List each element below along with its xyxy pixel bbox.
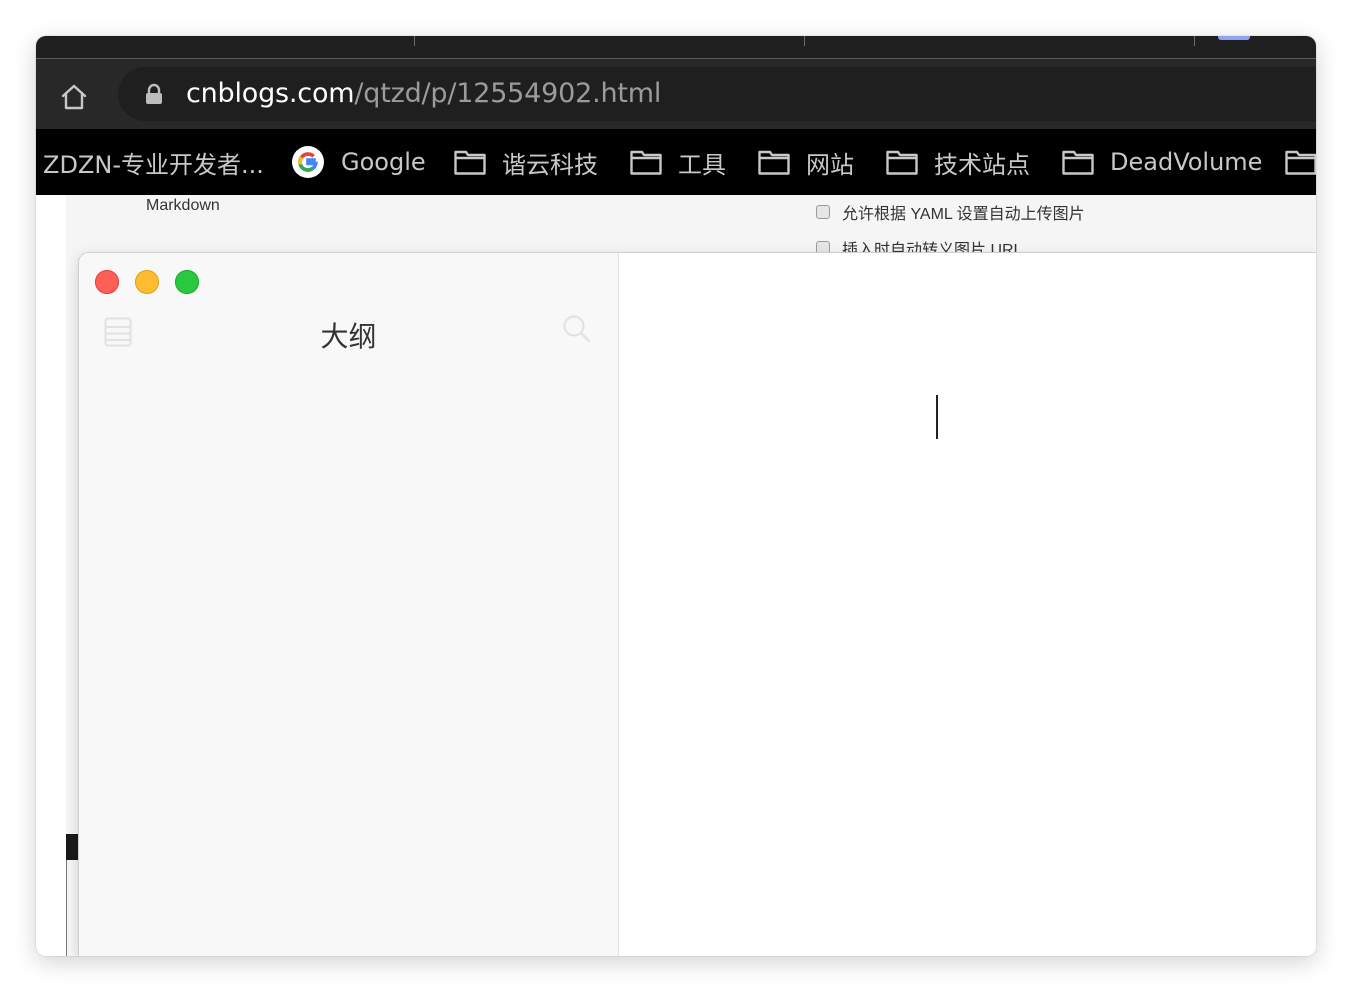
- zoom-button[interactable]: [175, 270, 199, 294]
- address-bar[interactable]: cnblogs.com/qtzd/p/12554902.html: [118, 67, 1316, 121]
- folder-icon: [1062, 150, 1094, 175]
- bookmark-label: 工具: [678, 150, 726, 179]
- bookmark-folder-tech-sites[interactable]: 技术站点: [886, 129, 1030, 195]
- bookmark-folder-deadvolume[interactable]: DeadVolume: [1062, 129, 1262, 195]
- bookmark-zdzn[interactable]: ZDZN-专业开发者...: [43, 129, 264, 195]
- background-border-line: [66, 860, 67, 956]
- browser-toolbar: cnblogs.com/qtzd/p/12554902.html: [36, 59, 1316, 129]
- bookmark-label: DeadVolume: [1110, 148, 1263, 176]
- address-url[interactable]: cnblogs.com/qtzd/p/12554902.html: [186, 77, 661, 111]
- editor-area[interactable]: [619, 253, 1316, 956]
- outline-sidebar: 大纲: [79, 253, 619, 956]
- bookmark-folder-tools[interactable]: 工具: [630, 129, 726, 195]
- outline-title: 大纲: [320, 320, 377, 353]
- bookmark-label: 网站: [806, 150, 854, 179]
- folder-icon: [1285, 150, 1316, 175]
- tab-separator: [1194, 36, 1195, 46]
- bookmark-folder-sites[interactable]: 网站: [758, 129, 854, 195]
- text-caret: [936, 395, 938, 439]
- markdown-label: Markdown: [146, 197, 220, 214]
- option-label: 允许根据 YAML 设置自动上传图片: [842, 206, 1085, 223]
- browser-tab-strip[interactable]: [36, 36, 1316, 59]
- bookmark-label: 谐云科技: [502, 150, 598, 179]
- tab-separator: [804, 36, 805, 46]
- folder-icon: [758, 150, 790, 175]
- bookmark-folder-xieyun[interactable]: 谐云科技: [454, 129, 598, 195]
- url-path: /qtzd/p/12554902.html: [354, 78, 662, 109]
- background-dark-element: [66, 834, 80, 860]
- screenshot-frame: cnblogs.com/qtzd/p/12554902.html ZDZN-专业…: [36, 36, 1316, 956]
- folder-icon: [886, 150, 918, 175]
- google-icon: [292, 146, 324, 178]
- home-icon: [61, 84, 87, 110]
- bookmark-label: Google: [341, 148, 426, 176]
- folder-icon: [630, 150, 662, 175]
- close-button[interactable]: [95, 270, 119, 294]
- option-yaml-upload[interactable]: 允许根据 YAML 设置自动上传图片: [816, 200, 1085, 224]
- bookmark-folder-overflow[interactable]: [1285, 129, 1316, 195]
- bookmark-label: ZDZN-专业开发者...: [43, 150, 264, 179]
- tab-favicon: [1218, 36, 1250, 40]
- search-icon[interactable]: [562, 314, 592, 344]
- tab-separator: [414, 36, 415, 46]
- home-button[interactable]: [56, 79, 92, 115]
- lock-icon: [146, 83, 162, 104]
- checkbox[interactable]: [816, 205, 830, 219]
- bookmark-google[interactable]: Google: [291, 129, 426, 195]
- bookmarks-bar: ZDZN-专业开发者... Google 谐云科技 工具 网站 技术站点 Dea…: [36, 129, 1316, 195]
- bookmark-label: 技术站点: [934, 150, 1030, 179]
- editor-window: 大纲: [79, 253, 1316, 956]
- url-host: cnblogs.com: [186, 78, 355, 109]
- folder-icon: [454, 150, 486, 175]
- minimize-button[interactable]: [135, 270, 159, 294]
